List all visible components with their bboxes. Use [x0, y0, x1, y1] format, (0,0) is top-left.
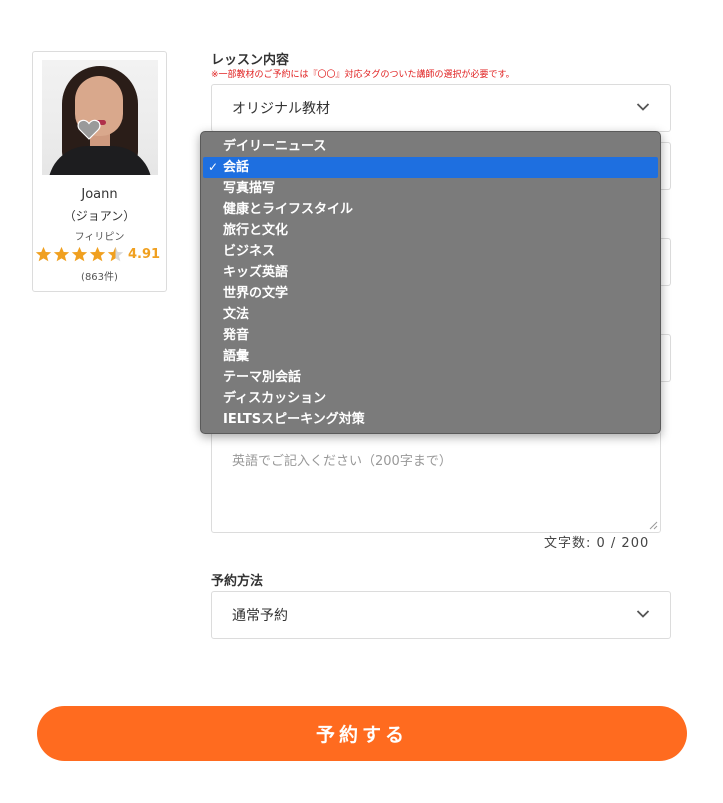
star-icon: [89, 246, 106, 261]
dropdown-option-label: 世界の文学: [223, 286, 289, 301]
lesson-note: ※一部教材のご予約には『〇〇』対応タグのついた講師の選択が必要です。: [211, 70, 515, 80]
dropdown-option[interactable]: 健康とライフスタイル: [201, 199, 660, 220]
dropdown-option[interactable]: 語彙: [201, 346, 660, 367]
rating-stars: 4.91: [35, 244, 160, 264]
dropdown-option[interactable]: デイリーニュース: [201, 136, 660, 157]
dropdown-option[interactable]: IELTSスピーキング対策: [201, 409, 660, 430]
dropdown-option[interactable]: キッズ英語: [201, 262, 660, 283]
dropdown-option-label: キッズ英語: [223, 265, 289, 280]
comment-textarea[interactable]: 英語でご記入ください（200字まで）: [211, 431, 661, 533]
reservation-method-value: 通常予約: [232, 608, 288, 624]
character-counter: 文字数: 0 / 200: [544, 536, 650, 551]
comment-placeholder: 英語でご記入ください（200字まで）: [232, 454, 452, 469]
dropdown-option-label: 旅行と文化: [223, 223, 289, 238]
dropdown-option[interactable]: 旅行と文化: [201, 220, 660, 241]
lesson-content-label: レッスン内容: [211, 53, 290, 68]
resize-handle-icon[interactable]: [649, 521, 658, 530]
half-star-icon: [107, 246, 124, 261]
tutor-name-kana: （ジョアン）: [63, 209, 136, 223]
checkmark-icon: ✓: [208, 160, 219, 174]
dropdown-option[interactable]: 世界の文学: [201, 283, 660, 304]
star-icon: [71, 246, 88, 261]
review-count: (863件): [81, 272, 118, 283]
chevron-down-icon: [636, 103, 650, 111]
rating-value: 4.91: [128, 246, 161, 262]
dropdown-option-label: IELTSスピーキング対策: [223, 412, 365, 427]
chevron-down-icon: [636, 610, 650, 618]
dropdown-option-label: 会話: [223, 160, 250, 175]
star-icon: [53, 246, 70, 261]
dropdown-option-label: 写真描写: [223, 181, 276, 196]
dropdown-option[interactable]: ✓ 会話: [203, 157, 658, 178]
dropdown-option[interactable]: ディスカッション: [201, 388, 660, 409]
dropdown-option-label: 健康とライフスタイル: [223, 202, 354, 217]
dropdown-option-label: 文法: [223, 307, 250, 322]
lesson-material-value: オリジナル教材: [232, 101, 330, 117]
dropdown-option-label: 語彙: [223, 349, 250, 364]
star-icon: [35, 246, 52, 261]
dropdown-option-label: ディスカッション: [223, 391, 327, 406]
field-select-2[interactable]: [660, 238, 671, 286]
tutor-name: Joann: [81, 187, 118, 202]
dropdown-option[interactable]: 文法: [201, 304, 660, 325]
field-select-3[interactable]: [660, 334, 671, 382]
lesson-material-select[interactable]: オリジナル教材: [211, 84, 671, 132]
favorite-heart-icon[interactable]: [76, 118, 102, 140]
dropdown-option[interactable]: 発音: [201, 325, 660, 346]
dropdown-option[interactable]: テーマ別会話: [201, 367, 660, 388]
dropdown-option-label: テーマ別会話: [223, 370, 302, 385]
dropdown-option[interactable]: 写真描写: [201, 178, 660, 199]
dropdown-option-label: ビジネス: [223, 244, 276, 259]
dropdown-option-label: 発音: [223, 328, 250, 343]
topic-select[interactable]: [660, 142, 671, 190]
dropdown-option-label: デイリーニュース: [223, 139, 327, 154]
tutor-card[interactable]: Joann （ジョアン） フィリピン 4.91 (863件): [32, 51, 167, 292]
dropdown-option[interactable]: ビジネス: [201, 241, 660, 262]
topic-dropdown-menu[interactable]: デイリーニュース ✓ 会話写真描写健康とライフスタイル 旅行と文化ビジネスキッズ英語世…: [200, 131, 661, 434]
reserve-button[interactable]: 予約する: [37, 706, 687, 761]
reservation-method-select[interactable]: 通常予約: [211, 591, 671, 639]
reservation-method-label: 予約方法: [211, 574, 264, 589]
tutor-country: フィリピン: [74, 232, 125, 243]
